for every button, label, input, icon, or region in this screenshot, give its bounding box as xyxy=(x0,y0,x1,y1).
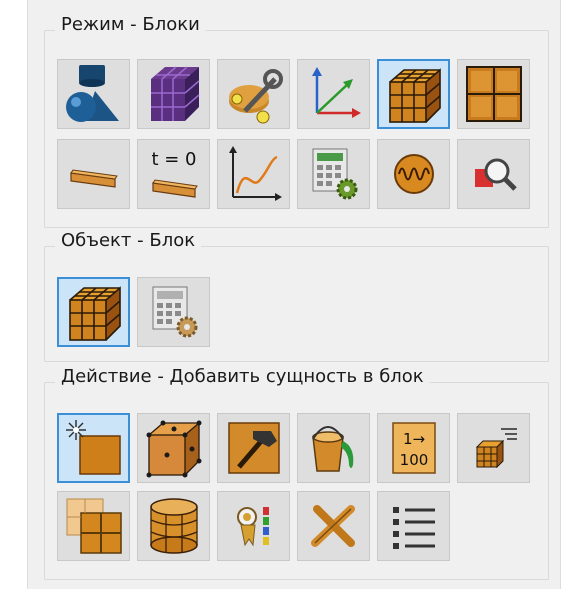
paint-bucket-button[interactable] xyxy=(297,413,370,483)
geometry-icon xyxy=(66,65,119,122)
action-group: Действие - Добавить сущность в блок 1→ 1… xyxy=(44,365,549,580)
block-icon xyxy=(389,68,441,123)
add-entity-button[interactable] xyxy=(57,413,130,483)
tools-button[interactable] xyxy=(297,491,370,561)
tool-panel: Режим - Блоки t = 0 Объект - Блок Действ… xyxy=(27,0,561,589)
tile-layout-button[interactable] xyxy=(57,491,130,561)
oscilloscope-icon xyxy=(394,154,434,194)
grid-button[interactable] xyxy=(457,59,530,129)
oscilloscope-button[interactable] xyxy=(377,139,450,209)
object-group-title: Объект - Блок xyxy=(55,229,202,253)
hammer-icon xyxy=(228,422,280,474)
assembly-button[interactable] xyxy=(217,59,290,129)
tools-icon xyxy=(311,505,355,547)
grid-icon xyxy=(466,66,522,122)
mode-group: Режим - Блоки t = 0 xyxy=(44,13,549,228)
hammer-button[interactable] xyxy=(217,413,290,483)
block-mode-button[interactable] xyxy=(377,59,450,129)
cylinder-button[interactable] xyxy=(137,491,210,561)
numbering-button[interactable]: 1→ 100 xyxy=(377,413,450,483)
calculator-settings-icon xyxy=(152,286,198,338)
geometry-button[interactable] xyxy=(57,59,130,129)
initial-condition-text: t = 0 xyxy=(151,149,196,170)
cylinder-icon xyxy=(150,498,198,554)
object-block-button[interactable] xyxy=(57,277,130,347)
mesh-button[interactable] xyxy=(137,59,210,129)
coordinate-system-icon xyxy=(312,67,361,118)
calculator-settings-icon xyxy=(312,148,358,200)
object-calculator-button[interactable] xyxy=(137,277,210,347)
paint-bucket-icon xyxy=(312,426,354,472)
chart-button[interactable] xyxy=(217,139,290,209)
numbering-icon: 1→ 100 xyxy=(392,422,436,474)
material-button[interactable] xyxy=(57,139,130,209)
properties-button[interactable] xyxy=(217,491,290,561)
initial-condition-icon: t = 0 xyxy=(151,149,198,198)
inspect-button[interactable] xyxy=(457,139,530,209)
mesh-icon xyxy=(151,66,200,121)
calculator-settings-button[interactable] xyxy=(297,139,370,209)
block-icon xyxy=(69,286,121,341)
list-button[interactable] xyxy=(377,491,450,561)
node-cube-button[interactable] xyxy=(137,413,210,483)
mode-group-title: Режим - Блоки xyxy=(55,13,206,37)
chart-icon xyxy=(229,146,282,201)
action-group-title: Действие - Добавить сущность в блок xyxy=(55,365,430,389)
tile-layout-icon xyxy=(66,498,122,554)
initial-condition-button[interactable]: t = 0 xyxy=(137,139,210,209)
list-icon xyxy=(393,507,435,549)
add-entity-icon xyxy=(66,420,121,475)
node-cube-icon xyxy=(146,420,202,478)
numbering-to-text: 100 xyxy=(400,451,429,469)
block-list-icon xyxy=(475,428,517,469)
properties-icon xyxy=(237,507,269,547)
inspect-icon xyxy=(475,158,517,191)
block-list-button[interactable] xyxy=(457,413,530,483)
object-group: Объект - Блок xyxy=(44,229,549,362)
numbering-from-text: 1→ xyxy=(403,430,425,448)
material-icon xyxy=(70,169,118,188)
assembly-icon xyxy=(229,69,283,124)
coordinate-system-button[interactable] xyxy=(297,59,370,129)
